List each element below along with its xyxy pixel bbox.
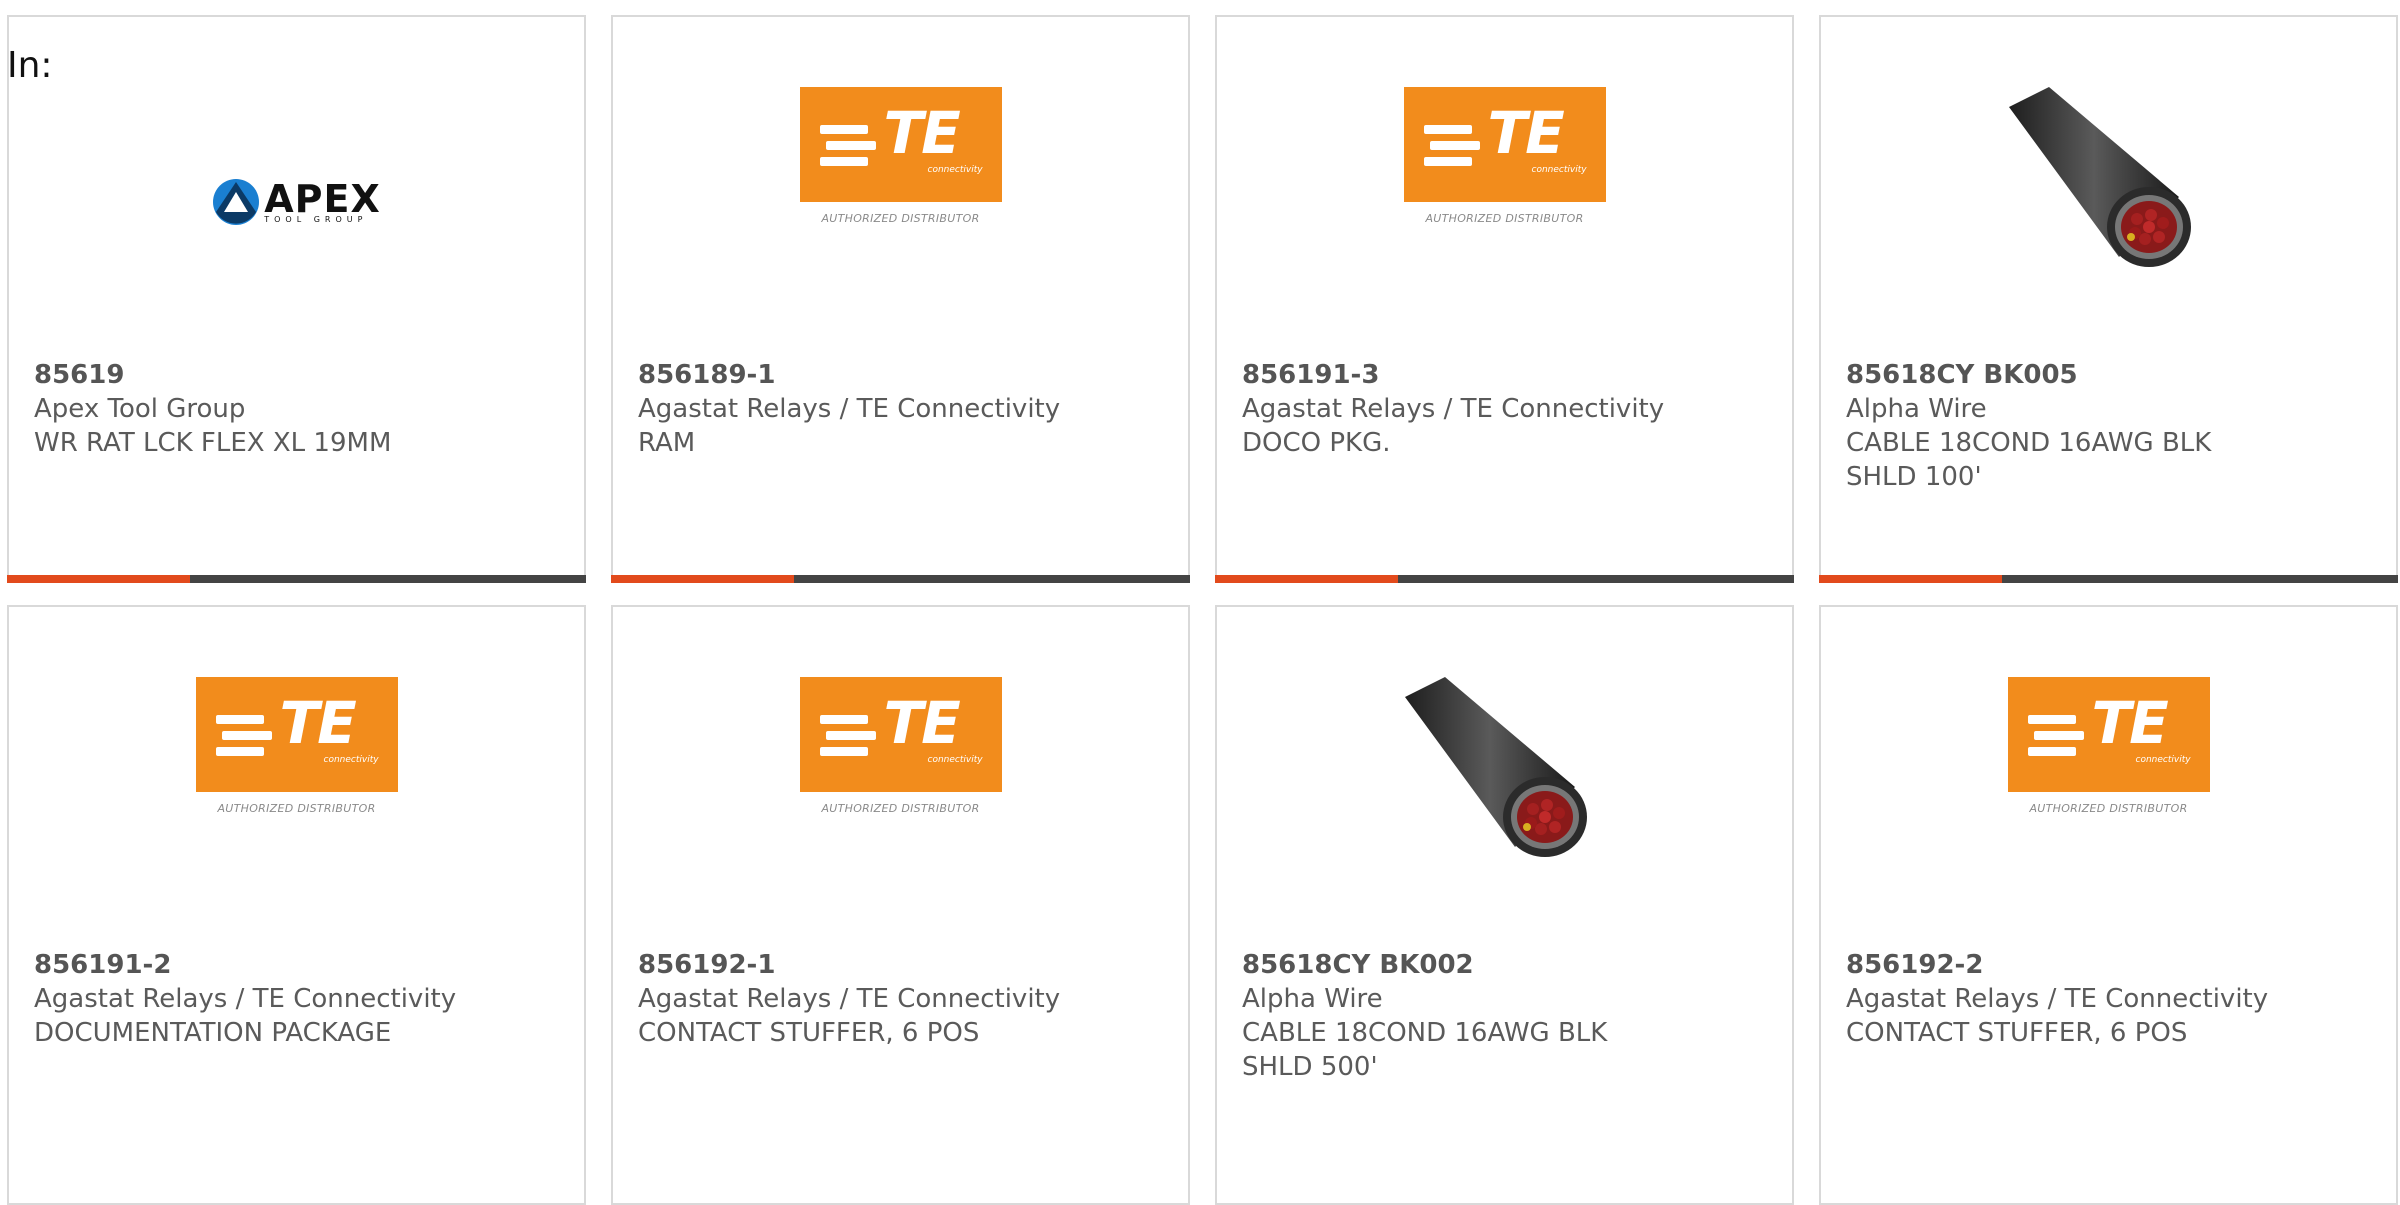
te-logo-caption: AUTHORIZED DISTRIBUTOR — [821, 212, 980, 225]
apex-logo-subtext: TOOL GROUP — [264, 215, 368, 224]
te-logo-text: TE — [279, 689, 357, 757]
te-connectivity-logo: TE connectivity AUTHORIZED DISTRIBUTOR — [195, 677, 398, 817]
product-description: RAM — [638, 428, 696, 458]
product-description: CABLE 18COND 16AWG BLK SHLD 500' — [1242, 1018, 1608, 1082]
part-number[interactable]: 856192-2 — [1846, 948, 2376, 982]
apex-globe-icon — [213, 179, 260, 225]
part-number[interactable]: 856189-1 — [638, 358, 1168, 392]
product-card[interactable]: 85618CY BK002 Alpha Wire CABLE 18COND 16… — [1215, 605, 1794, 1205]
card-footer-accent — [1819, 575, 2002, 583]
manufacturer-name: Alpha Wire — [1846, 394, 1987, 424]
card-footer-accent — [7, 575, 190, 583]
te-logo-text: TE — [883, 99, 961, 167]
card-footer-bar — [1215, 575, 1794, 583]
part-number[interactable]: 856192-1 — [638, 948, 1168, 982]
product-info: 856191-3 Agastat Relays / TE Connectivit… — [1242, 358, 1772, 460]
product-card[interactable]: TE connectivity AUTHORIZED DISTRIBUTOR 8… — [7, 605, 586, 1205]
product-card[interactable]: TE connectivity AUTHORIZED DISTRIBUTOR 8… — [1215, 15, 1794, 583]
manufacturer-name: Agastat Relays / TE Connectivity — [34, 984, 457, 1014]
product-card[interactable]: 85618CY BK005 Alpha Wire CABLE 18COND 16… — [1819, 15, 2398, 583]
product-card[interactable]: TE connectivity AUTHORIZED DISTRIBUTOR 8… — [1819, 605, 2398, 1205]
product-description: CONTACT STUFFER, 6 POS — [638, 1018, 980, 1048]
product-grid: APEX TOOL GROUP 85619 Apex Tool Group WR… — [7, 15, 2400, 583]
product-info: 856192-2 Agastat Relays / TE Connectivit… — [1846, 948, 2376, 1050]
product-description: WR RAT LCK FLEX XL 19MM — [34, 428, 392, 458]
product-image[interactable] — [1217, 677, 1792, 877]
card-footer-bar — [1819, 575, 2398, 583]
te-logo-subtext: connectivity — [323, 755, 379, 765]
manufacturer-name: Alpha Wire — [1242, 984, 1383, 1014]
product-image[interactable]: TE connectivity AUTHORIZED DISTRIBUTOR — [9, 677, 584, 877]
apex-tool-group-logo: APEX TOOL GROUP — [212, 178, 381, 226]
te-logo-subtext: connectivity — [2135, 755, 2191, 765]
te-logo-subtext: connectivity — [1531, 165, 1587, 175]
product-info: 856192-1 Agastat Relays / TE Connectivit… — [638, 948, 1168, 1050]
product-card[interactable]: APEX TOOL GROUP 85619 Apex Tool Group WR… — [7, 15, 586, 583]
part-number[interactable]: 856191-2 — [34, 948, 564, 982]
product-description: CABLE 18COND 16AWG BLK SHLD 100' — [1846, 428, 2212, 492]
product-description: CONTACT STUFFER, 6 POS — [1846, 1018, 2188, 1048]
product-card[interactable]: TE connectivity AUTHORIZED DISTRIBUTOR 8… — [611, 15, 1190, 583]
product-image[interactable]: TE connectivity AUTHORIZED DISTRIBUTOR — [1217, 87, 1792, 287]
te-logo-text: TE — [1487, 99, 1565, 167]
te-logo-caption: AUTHORIZED DISTRIBUTOR — [2029, 802, 2188, 815]
te-connectivity-logo: TE connectivity AUTHORIZED DISTRIBUTOR — [799, 677, 1002, 817]
product-info: 85618CY BK005 Alpha Wire CABLE 18COND 16… — [1846, 358, 2376, 494]
product-grid-row-2: TE connectivity AUTHORIZED DISTRIBUTOR 8… — [7, 605, 2400, 1205]
te-logo-caption: AUTHORIZED DISTRIBUTOR — [821, 802, 980, 815]
product-description: DOCO PKG. — [1242, 428, 1391, 458]
product-info: 856189-1 Agastat Relays / TE Connectivit… — [638, 358, 1168, 460]
product-image[interactable] — [1821, 87, 2396, 287]
part-number[interactable]: 85619 — [34, 358, 564, 392]
manufacturer-name: Agastat Relays / TE Connectivity — [1846, 984, 2269, 1014]
part-number[interactable]: 85618CY BK005 — [1846, 358, 2376, 392]
part-number[interactable]: 85618CY BK002 — [1242, 948, 1772, 982]
cable-photo — [2008, 87, 2209, 287]
product-card[interactable]: TE connectivity AUTHORIZED DISTRIBUTOR 8… — [611, 605, 1190, 1205]
cable-photo — [1404, 677, 1605, 877]
part-number[interactable]: 856191-3 — [1242, 358, 1772, 392]
te-logo-text: TE — [883, 689, 961, 757]
product-image[interactable]: APEX TOOL GROUP — [9, 87, 584, 287]
te-logo-subtext: connectivity — [927, 165, 983, 175]
product-info: 856191-2 Agastat Relays / TE Connectivit… — [34, 948, 564, 1050]
product-info: 85619 Apex Tool Group WR RAT LCK FLEX XL… — [34, 358, 564, 460]
manufacturer-name: Agastat Relays / TE Connectivity — [638, 984, 1061, 1014]
product-info: 85618CY BK002 Alpha Wire CABLE 18COND 16… — [1242, 948, 1772, 1084]
prefix-label: In: — [7, 45, 53, 86]
product-image[interactable]: TE connectivity AUTHORIZED DISTRIBUTOR — [1821, 677, 2396, 877]
card-footer-bar — [611, 575, 1190, 583]
product-image[interactable]: TE connectivity AUTHORIZED DISTRIBUTOR — [613, 87, 1188, 287]
manufacturer-name: Apex Tool Group — [34, 394, 246, 424]
te-connectivity-logo: TE connectivity AUTHORIZED DISTRIBUTOR — [1403, 87, 1606, 227]
apex-logo-text: APEX — [264, 177, 381, 221]
te-logo-caption: AUTHORIZED DISTRIBUTOR — [217, 802, 376, 815]
card-footer-bar — [7, 575, 586, 583]
te-logo-text: TE — [2091, 689, 2169, 757]
product-description: DOCUMENTATION PACKAGE — [34, 1018, 392, 1048]
manufacturer-name: Agastat Relays / TE Connectivity — [1242, 394, 1665, 424]
manufacturer-name: Agastat Relays / TE Connectivity — [638, 394, 1061, 424]
card-footer-accent — [611, 575, 794, 583]
product-image[interactable]: TE connectivity AUTHORIZED DISTRIBUTOR — [613, 677, 1188, 877]
te-logo-caption: AUTHORIZED DISTRIBUTOR — [1425, 212, 1584, 225]
te-connectivity-logo: TE connectivity AUTHORIZED DISTRIBUTOR — [2007, 677, 2210, 817]
te-logo-subtext: connectivity — [927, 755, 983, 765]
card-footer-accent — [1215, 575, 1398, 583]
te-connectivity-logo: TE connectivity AUTHORIZED DISTRIBUTOR — [799, 87, 1002, 227]
